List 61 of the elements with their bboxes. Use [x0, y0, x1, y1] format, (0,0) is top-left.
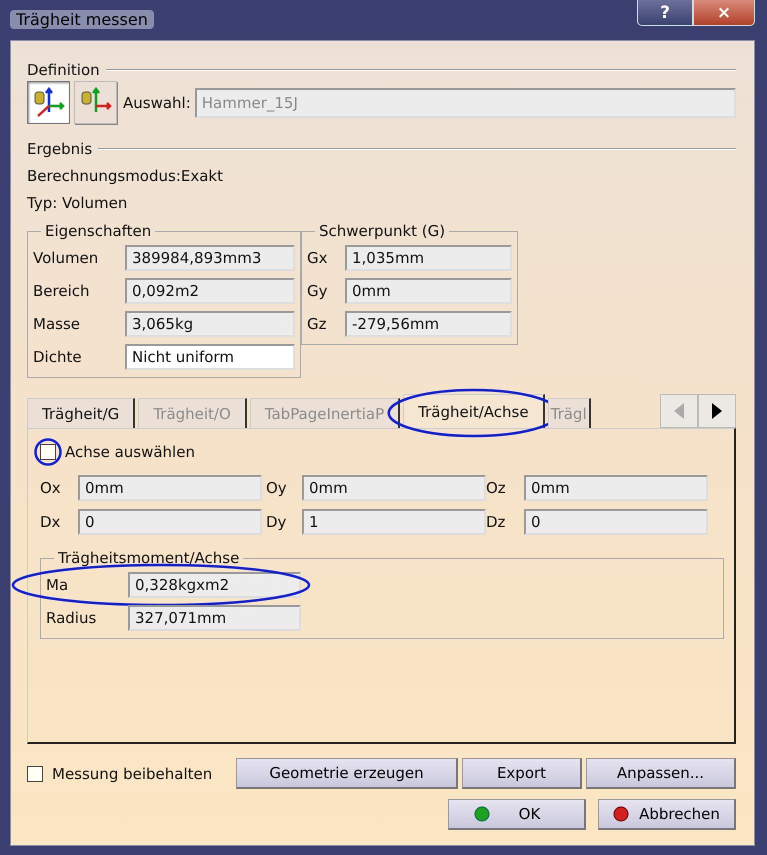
property-label: Dichte — [33, 348, 83, 366]
property-label: Volumen — [33, 249, 100, 267]
checkbox-label: Messung beibehalten — [52, 764, 212, 782]
centroid-field: -279,56mm — [345, 311, 512, 337]
selection-label: Auswahl: — [123, 94, 191, 112]
axis-label: Dy — [265, 513, 288, 531]
tab[interactable]: Trägheit/Achse — [403, 394, 545, 428]
property-field[interactable]: Nicht uniform — [125, 344, 295, 370]
axis-field[interactable]: 1 — [302, 509, 486, 535]
close-button[interactable]: × — [693, 0, 755, 26]
property-field: 0,092m2 — [125, 278, 295, 304]
property-field: 3,065kg — [125, 311, 295, 337]
cancel-button[interactable]: Abbrechen — [598, 799, 736, 830]
centroid-label: Gz — [307, 315, 328, 333]
checkbox[interactable] — [27, 766, 43, 782]
ball-icon — [613, 806, 630, 822]
property-label: Masse — [33, 315, 81, 333]
axis-field[interactable]: 0mm — [78, 475, 262, 501]
group-title: Eigenschaften — [44, 222, 152, 240]
dialog-button[interactable]: Anpassen... — [586, 758, 736, 789]
axis-field[interactable]: 0 — [524, 509, 708, 535]
tab[interactable]: Trägheit/G — [27, 398, 136, 428]
weight-axes-icon — [32, 86, 66, 120]
moment-label: Ma — [46, 576, 70, 594]
scroll-right-button[interactable] — [698, 394, 736, 428]
axis-label: Oz — [486, 479, 507, 497]
property-field: 389984,893mm3 — [125, 245, 295, 271]
centroid-label: Gy — [307, 282, 329, 300]
calculation-mode-text: Berechnungsmodus:Exakt — [27, 167, 224, 185]
section-label: Ergebnis — [27, 140, 92, 158]
centroid-field: 1,035mm — [345, 245, 512, 271]
property-label: Bereich — [33, 282, 91, 300]
axis-label: Oy — [265, 479, 288, 497]
axis-field[interactable]: 0 — [78, 509, 262, 535]
axis-label: Dx — [40, 513, 62, 531]
dialog-button[interactable]: Export — [462, 758, 582, 789]
axis-field[interactable]: 0mm — [524, 475, 708, 501]
axis-field[interactable]: 0mm — [302, 475, 486, 501]
window-title: Trägheit messen — [10, 10, 154, 29]
moment-field: 327,071mm — [128, 605, 301, 631]
centroid-label: Gx — [307, 249, 329, 267]
section-label: Definition — [27, 61, 100, 79]
centroid-field: 0mm — [345, 278, 512, 304]
triangle-left-icon — [674, 403, 684, 419]
axis-label: Ox — [40, 479, 62, 497]
type-text: Typ: Volumen — [27, 194, 128, 212]
checkbox[interactable] — [40, 444, 56, 460]
moment-label: Radius — [46, 609, 98, 627]
axis-label: Dz — [486, 513, 506, 531]
help-button[interactable]: ? — [637, 0, 693, 26]
ball-icon — [474, 806, 490, 822]
group-title: Schwerpunkt (G) — [318, 222, 446, 240]
triangle-right-icon — [712, 403, 722, 419]
dialog-button[interactable]: Geometrie erzeugen — [236, 758, 458, 789]
checkbox-label: Achse auswählen — [65, 443, 195, 461]
ink-circle — [34, 438, 62, 466]
group-title: Trägheitsmoment/Achse — [57, 549, 240, 567]
inertia-mode-button[interactable] — [74, 81, 117, 124]
inertia-mode-button[interactable] — [27, 81, 70, 124]
moment-field: 0,328kgxm2 — [128, 572, 301, 598]
ok-button[interactable]: OK — [448, 799, 586, 830]
